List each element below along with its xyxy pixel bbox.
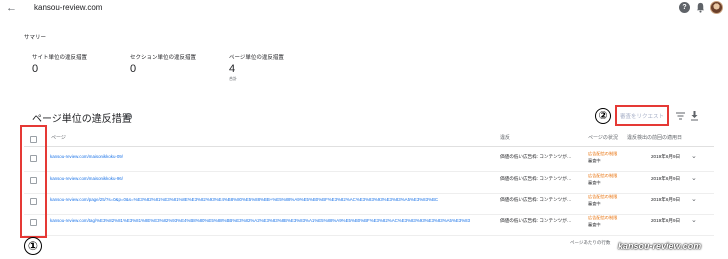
top-bar: ← kansou-review.com ? bbox=[0, 0, 728, 16]
summary-card-value: 4 bbox=[229, 63, 236, 75]
summary-card-label: ページ単位の違反措置 bbox=[229, 55, 284, 61]
table-row[interactable]: kansou-review.com/maisonikkoku-96/ 価値の低い… bbox=[24, 172, 714, 194]
column-header-status[interactable]: ページの状況 bbox=[588, 134, 618, 141]
table-header: ページ 違反 ページの状況 違反検出の前回の適用日 bbox=[24, 133, 714, 143]
summary-card-label: セクション単位の違反措置 bbox=[130, 55, 197, 61]
issue-text: 価値の低い広告枠: コンテンツが… bbox=[500, 197, 572, 202]
column-header-issue[interactable]: 違反 bbox=[500, 134, 510, 141]
table-row[interactable]: kansou-review.com/tag/%E3%82%81%E3%81%8E… bbox=[24, 214, 714, 236]
review-highlight-box: 審査をリクエスト bbox=[615, 105, 669, 126]
column-header-date[interactable]: 違反検出の前回の適用日 bbox=[627, 134, 682, 141]
checkbox-highlight-box bbox=[20, 125, 47, 238]
status-review: 審査中 bbox=[588, 158, 601, 163]
table-row[interactable]: kansou-review.com/page/25/?s=0&p=0&s=%E3… bbox=[24, 193, 714, 215]
summary-card-page: ページ単位の違反措置 4 合計 bbox=[229, 53, 284, 82]
summary-card-value: 0 bbox=[32, 63, 39, 75]
page-url-link[interactable]: kansou-review.com/maisonikkoku-09/ bbox=[50, 154, 123, 159]
summary-card-sub: 合計 bbox=[229, 76, 237, 81]
summary-card-section: セクション単位の違反措置 0 bbox=[130, 53, 196, 75]
rows-per-page-label: ページあたりの行数 bbox=[570, 240, 611, 245]
status-warning: 広告配信の制限 bbox=[588, 215, 618, 220]
filter-icon[interactable] bbox=[676, 112, 685, 120]
row-divider bbox=[24, 235, 714, 236]
chevron-down-icon[interactable]: ⌄ bbox=[691, 195, 697, 203]
summary-label: サマリー bbox=[24, 35, 47, 41]
date-text: 2019年6月9日 bbox=[651, 218, 681, 223]
bell-icon[interactable] bbox=[695, 2, 706, 13]
section-title: ページ単位の違反措置 bbox=[32, 114, 132, 125]
status-warning: 広告配信の制限 bbox=[588, 194, 618, 199]
status-warning: 広告配信の制限 bbox=[588, 151, 618, 156]
header-divider bbox=[24, 146, 714, 147]
issue-text: 価値の低い広告枠: コンテンツが… bbox=[500, 218, 572, 223]
help-icon[interactable]: ? bbox=[679, 2, 690, 13]
site-watermark: kansou-review.com bbox=[618, 241, 702, 251]
page-url-link[interactable]: kansou-review.com/maisonikkoku-96/ bbox=[50, 176, 123, 181]
page-url-link[interactable]: kansou-review.com/page/25/?s=0&p=0&s=%E3… bbox=[50, 197, 438, 202]
request-review-button[interactable]: 審査をリクエスト bbox=[620, 112, 664, 120]
back-arrow-icon[interactable]: ← bbox=[6, 2, 18, 14]
annotation-marker-2: ② bbox=[595, 108, 611, 124]
info-icon[interactable]: ? bbox=[125, 113, 132, 120]
status-warning: 広告配信の制限 bbox=[588, 173, 618, 178]
avatar[interactable] bbox=[710, 1, 723, 14]
status-review: 審査中 bbox=[588, 201, 601, 206]
issue-text: 価値の低い広告枠: コンテンツが… bbox=[500, 176, 572, 181]
page-url-link[interactable]: kansou-review.com/tag/%E3%82%81%E3%81%8E… bbox=[50, 218, 470, 223]
chevron-down-icon[interactable]: ⌄ bbox=[691, 216, 697, 224]
summary-card-label: サイト単位の違反措置 bbox=[32, 55, 88, 61]
issue-text: 価値の低い広告枠: コンテンツが… bbox=[500, 154, 572, 159]
site-title: kansou-review.com bbox=[34, 3, 103, 12]
date-text: 2019年6月9日 bbox=[651, 154, 681, 159]
date-text: 2019年6月9日 bbox=[651, 197, 681, 202]
date-text: 2019年6月9日 bbox=[651, 176, 681, 181]
status-review: 審査中 bbox=[588, 222, 601, 227]
download-icon[interactable] bbox=[690, 111, 699, 121]
column-header-page[interactable]: ページ bbox=[51, 134, 66, 141]
status-review: 審査中 bbox=[588, 180, 601, 185]
summary-card-value: 0 bbox=[130, 63, 137, 75]
annotation-marker-1: ① bbox=[24, 237, 42, 255]
chevron-down-icon[interactable]: ⌄ bbox=[691, 174, 697, 182]
summary-card-site: サイト単位の違反措置 0 bbox=[32, 53, 87, 75]
table-row[interactable]: kansou-review.com/maisonikkoku-09/ 価値の低い… bbox=[24, 150, 714, 172]
chevron-down-icon[interactable]: ⌄ bbox=[691, 152, 697, 160]
